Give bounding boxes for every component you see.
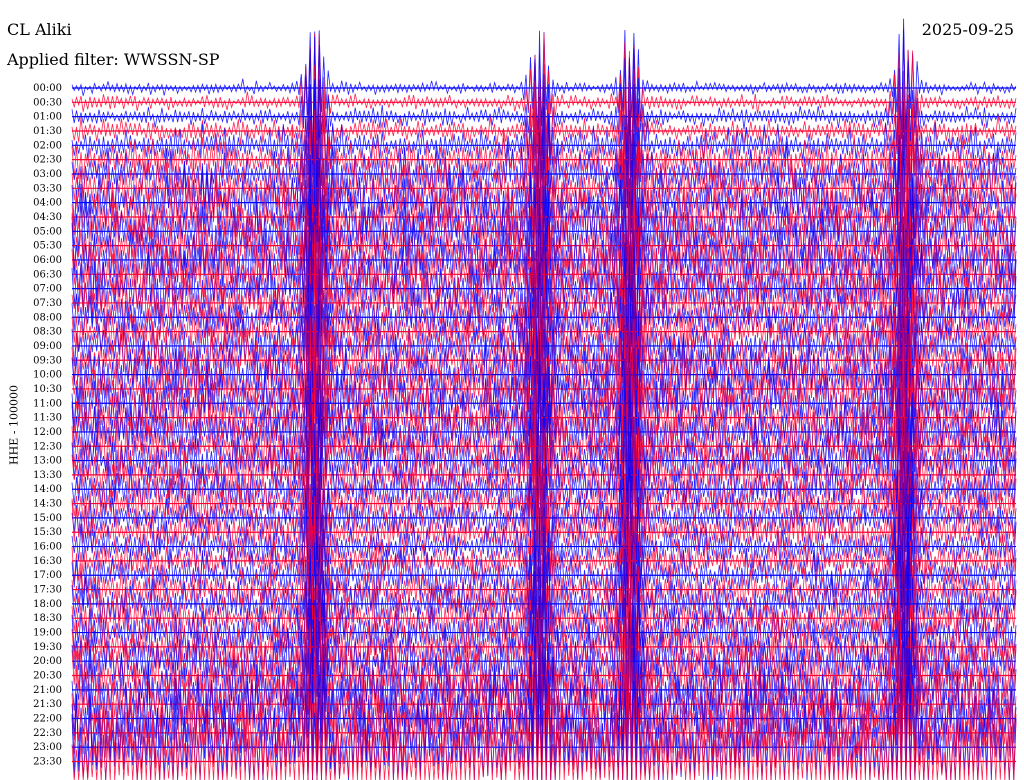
trace-layer [71, 18, 1017, 780]
y-tick-label: 12:30 [33, 441, 62, 452]
y-tick-label: 08:30 [33, 327, 62, 338]
y-tick-label: 05:00 [33, 226, 62, 237]
y-tick-label: 20:00 [33, 656, 62, 667]
y-tick-label: 16:00 [33, 542, 62, 553]
y-tick-label: 15:00 [33, 513, 62, 524]
y-tick-label: 06:00 [33, 255, 62, 266]
y-tick-label: 14:00 [33, 484, 62, 495]
y-tick-label: 09:00 [33, 341, 62, 352]
y-tick-label: 10:00 [33, 370, 62, 381]
y-tick-label: 13:00 [33, 456, 62, 467]
y-tick-label: 19:00 [33, 628, 62, 639]
y-tick-label: 08:00 [33, 312, 62, 323]
y-tick-label: 09:30 [33, 355, 62, 366]
y-tick-label: 07:00 [33, 284, 62, 295]
y-tick-label: 11:30 [33, 413, 62, 424]
y-tick-label: 23:30 [33, 757, 62, 768]
y-tick-label: 07:30 [33, 298, 62, 309]
seismic-trace [71, 541, 1017, 727]
y-tick-label: 04:00 [33, 198, 62, 209]
y-tick-label: 23:00 [33, 742, 62, 753]
y-tick-label: 05:30 [33, 241, 62, 252]
y-tick-label: 00:30 [33, 97, 62, 108]
y-tick-label: 06:30 [33, 269, 62, 280]
y-tick-label: 01:00 [33, 112, 62, 123]
y-tick-label: 11:00 [33, 398, 62, 409]
y-tick-label: 02:00 [33, 140, 62, 151]
y-tick-label: 20:30 [33, 671, 62, 682]
helicorder-chart: 00:00 00:30 01:00 01:30 02:00 02:30 03:00 03:30… [33, 18, 1017, 780]
y-tick-label: 18:00 [33, 599, 62, 610]
tick-label-layer: 00:00 00:30 01:00 01:30 02:00 02:30 03:00 03:30… [33, 83, 62, 768]
y-tick-label: 00:00 [33, 83, 62, 94]
y-tick-label: 22:30 [33, 728, 62, 739]
y-tick-label: 01:30 [33, 126, 62, 137]
y-tick-label: 12:00 [33, 427, 62, 438]
y-tick-label: 19:30 [33, 642, 62, 653]
y-tick-label: 17:30 [33, 585, 62, 596]
y-tick-label: 21:00 [33, 685, 62, 696]
y-tick-label: 21:30 [33, 699, 62, 710]
y-tick-label: 22:00 [33, 714, 62, 725]
y-tick-label: 02:30 [33, 155, 62, 166]
y-tick-label: 04:30 [33, 212, 62, 223]
y-tick-label: 17:00 [33, 570, 62, 581]
y-tick-label: 16:30 [33, 556, 62, 567]
y-tick-label: 03:30 [33, 183, 62, 194]
y-tick-label: 15:30 [33, 527, 62, 538]
y-tick-label: 14:30 [33, 499, 62, 510]
y-tick-label: 03:00 [33, 169, 62, 180]
y-tick-label: 18:30 [33, 613, 62, 624]
y-tick-label: 10:30 [33, 384, 62, 395]
y-tick-label: 13:30 [33, 470, 62, 481]
